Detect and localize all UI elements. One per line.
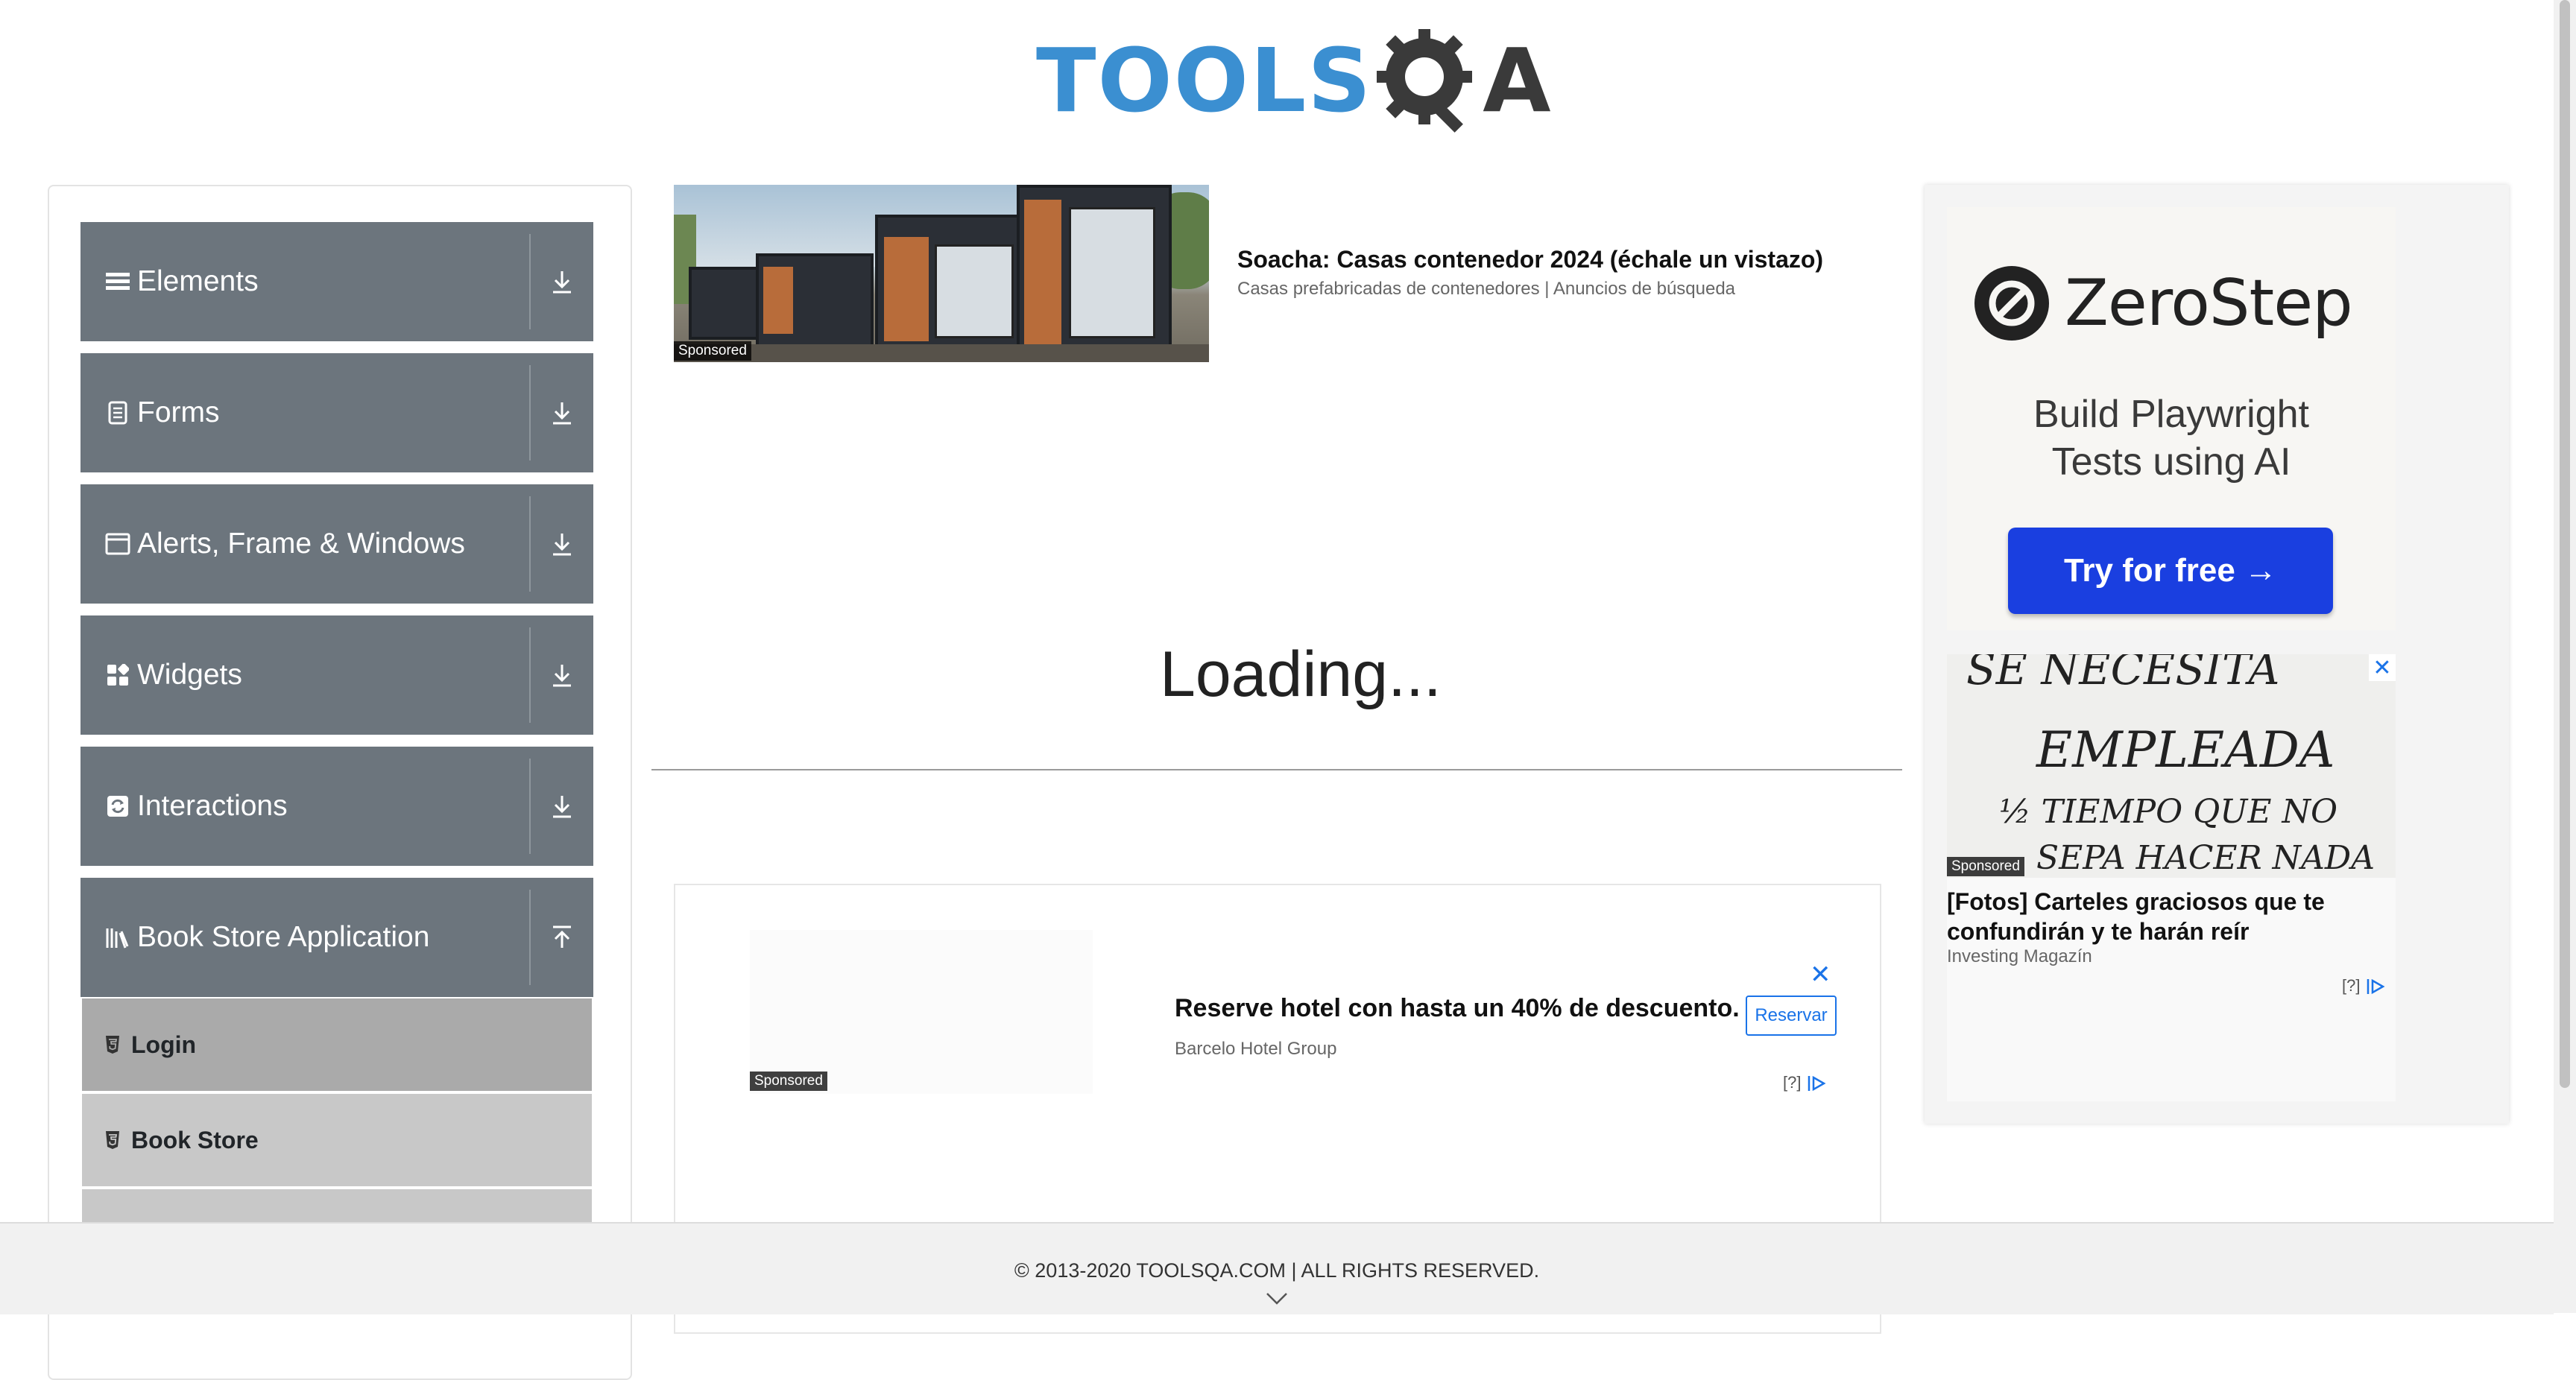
ad-info[interactable]: [?] <box>2342 976 2387 996</box>
sidebar-group-widgets[interactable]: Widgets <box>80 615 593 735</box>
library-icon <box>104 924 131 951</box>
sidebar-item-label: Book Store <box>131 1126 259 1153</box>
ad-image-placeholder <box>750 930 1093 1094</box>
grid-icon <box>104 662 131 689</box>
adchoices-icon[interactable] <box>2365 978 2387 996</box>
download-icon[interactable] <box>531 269 593 294</box>
sidebar-item-book-store[interactable]: Book Store <box>82 1094 592 1186</box>
sidebar-group-label: Book Store Application <box>137 921 430 953</box>
ad-subtitle: Casas prefabricadas de contenedores | An… <box>1237 279 1736 299</box>
sign-line: SEPA HACER NADA <box>2036 839 2375 877</box>
ad-source: Barcelo Hotel Group <box>1175 1039 1337 1059</box>
sponsored-badge: Sponsored <box>1947 857 2024 876</box>
tagline-line: Tests using AI <box>2051 440 2291 484</box>
sign-line: SE NECESITA <box>1966 654 2280 694</box>
ad-image-container-houses[interactable] <box>674 185 1209 362</box>
sponsored-article-card[interactable]: SE NECESITA EMPLEADA ½ TIEMPO QUE NO SEP… <box>1947 654 2396 1101</box>
zerostep-icon <box>1974 266 2049 341</box>
sidebar-group-label: Alerts, Frame & Windows <box>137 528 465 560</box>
zerostep-brand: ZeroStep <box>2065 266 2353 341</box>
download-icon[interactable] <box>531 531 593 557</box>
refresh-icon <box>104 793 131 820</box>
zerostep-tagline: Build Playwright Tests using AI <box>1947 390 2396 486</box>
loading-text: Loading... <box>1160 639 1442 710</box>
sign-line: EMPLEADA <box>2036 721 2335 779</box>
sidebar-group-label: Forms <box>137 396 220 428</box>
reservar-button[interactable]: Reservar <box>1746 996 1837 1036</box>
download-icon[interactable] <box>531 794 593 819</box>
gear-magnifier-icon <box>1377 29 1473 133</box>
chevron-down-icon[interactable] <box>1266 1292 1288 1305</box>
download-icon[interactable] <box>531 662 593 688</box>
sidebar-group-label: Elements <box>137 265 259 297</box>
zerostep-ad[interactable]: ZeroStep Build Playwright Tests using AI… <box>1947 207 2396 630</box>
article-source: Investing Magazín <box>1947 946 2092 966</box>
upload-icon[interactable] <box>531 925 593 950</box>
sponsored-ad-right[interactable]: ZeroStep Build Playwright Tests using AI… <box>1925 185 2509 1124</box>
hamburger-icon <box>104 268 131 295</box>
scrollbar-thumb[interactable] <box>2560 0 2570 1088</box>
ad-title[interactable]: Reserve hotel con hasta un 40% de descue… <box>1175 994 1740 1023</box>
logo-text-a: A <box>1483 29 1551 132</box>
sidebar-item-login[interactable]: Login <box>82 998 592 1091</box>
footer: © 2013-2020 TOOLSQA.COM | ALL RIGHTS RES… <box>0 1222 2554 1314</box>
html5-icon <box>104 1130 121 1150</box>
sidebar-item-label: Login <box>131 1031 197 1058</box>
ad-info[interactable]: [?] <box>1783 1073 1828 1092</box>
zerostep-logo: ZeroStep <box>1972 264 2353 343</box>
close-icon[interactable]: ✕ <box>2369 654 2396 681</box>
sidebar-group-label: Interactions <box>137 790 288 822</box>
download-icon[interactable] <box>531 400 593 425</box>
logo-text-tools: TOOLS <box>1036 29 1373 132</box>
sidebar-group-label: Widgets <box>137 659 242 691</box>
ad-info-label: [?] <box>2342 976 2361 995</box>
sidebar-panel: Elements Forms Alerts, Frame & Windows W… <box>48 185 632 1380</box>
page-scrollbar[interactable] <box>2554 0 2576 1313</box>
divider <box>651 769 1902 770</box>
window-icon <box>104 531 131 557</box>
close-icon[interactable]: ✕ <box>1810 960 1831 990</box>
ad-title[interactable]: Soacha: Casas contenedor 2024 (échale un… <box>1237 246 1823 273</box>
adchoices-icon[interactable] <box>1806 1074 1828 1092</box>
sponsored-ad-top[interactable]: Sponsored Soacha: Casas contenedor 2024 … <box>674 185 1866 364</box>
sponsored-badge: Sponsored <box>750 1072 827 1091</box>
tagline-line: Build Playwright <box>2033 393 2309 436</box>
sidebar-group-elements[interactable]: Elements <box>80 222 593 341</box>
sidebar-group-book-store[interactable]: Book Store Application <box>80 878 593 997</box>
sidebar-group-alerts[interactable]: Alerts, Frame & Windows <box>80 484 593 604</box>
toolsqa-logo[interactable]: TOOLS A <box>1036 21 1551 140</box>
try-for-free-button[interactable]: Try for free → <box>2008 528 2333 614</box>
ad-info-label: [?] <box>1783 1073 1802 1092</box>
article-title[interactable]: [Fotos] Carteles graciosos que te confun… <box>1947 887 2364 946</box>
html5-icon <box>104 1035 121 1054</box>
sidebar-group-interactions[interactable]: Interactions <box>80 747 593 866</box>
sidebar-group-forms[interactable]: Forms <box>80 353 593 472</box>
copyright-text: © 2013-2020 TOOLSQA.COM | ALL RIGHTS RES… <box>1014 1259 1540 1282</box>
sign-line: ½ TIEMPO QUE NO <box>1999 793 2338 831</box>
sponsored-badge: Sponsored <box>674 341 751 361</box>
document-icon <box>104 399 131 426</box>
article-image[interactable]: SE NECESITA EMPLEADA ½ TIEMPO QUE NO SEP… <box>1947 654 2396 878</box>
